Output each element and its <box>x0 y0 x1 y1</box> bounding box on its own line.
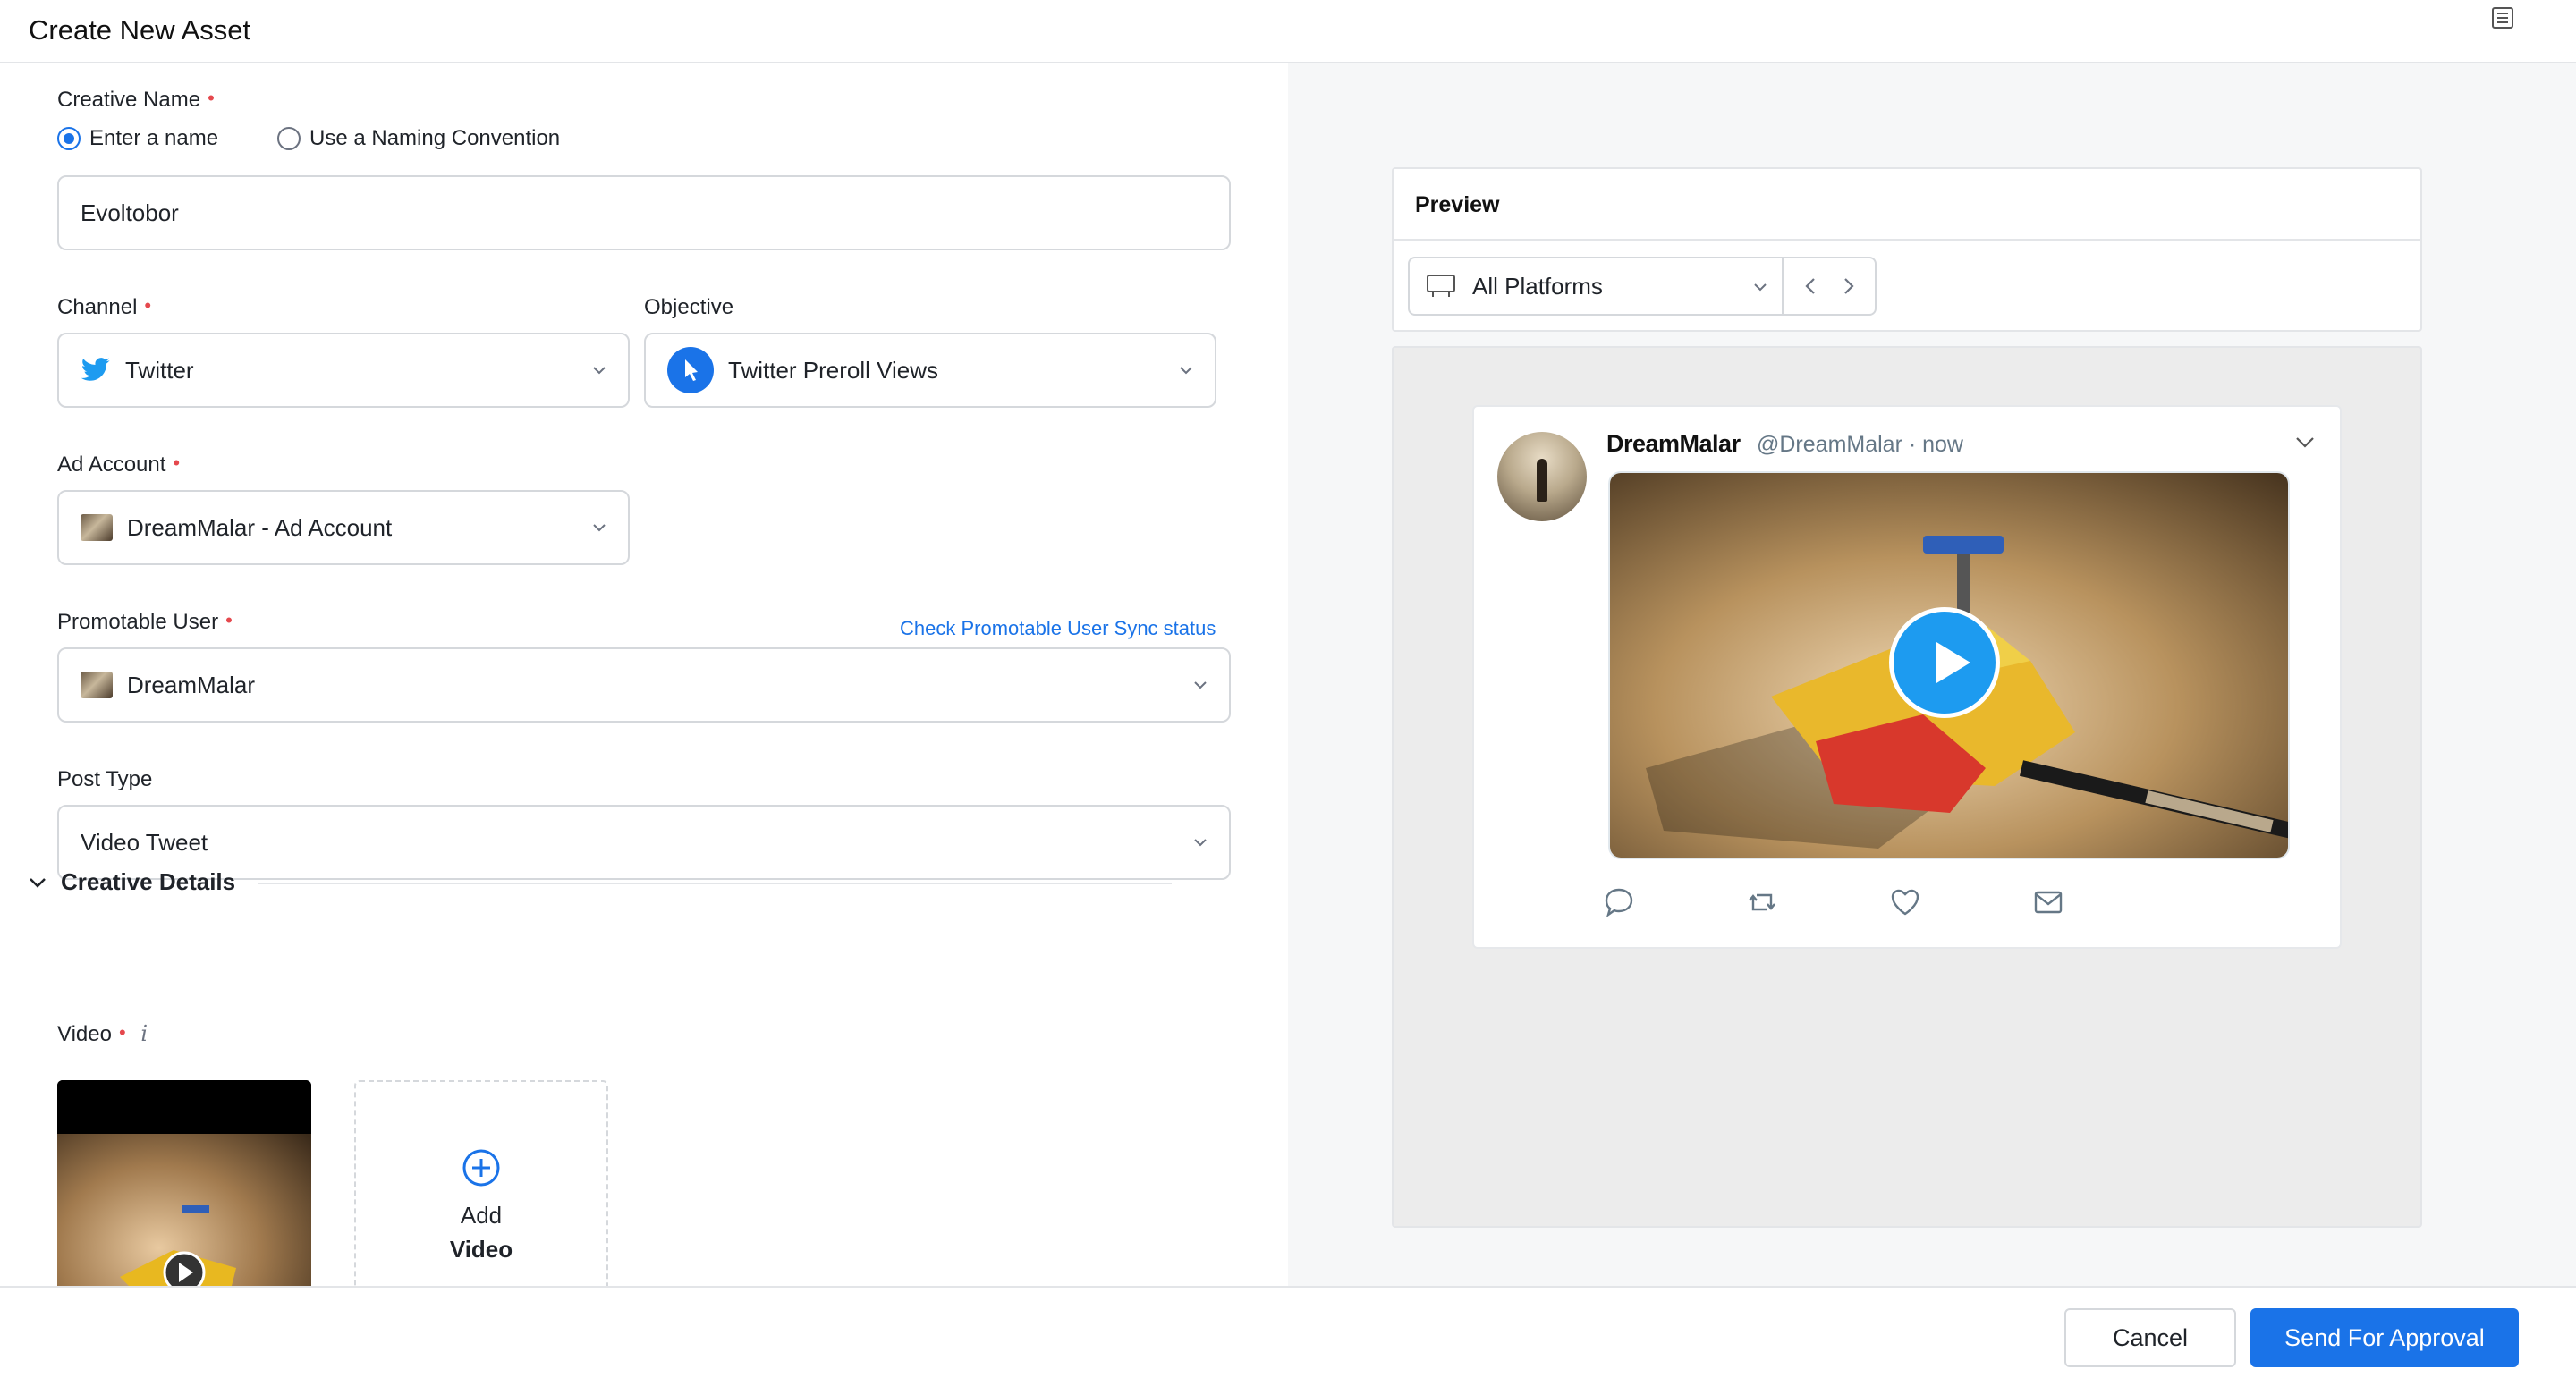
chevron-down-icon <box>1754 283 1767 292</box>
radio-naming-convention-label: Use a Naming Convention <box>309 126 561 150</box>
account-thumbnail-icon <box>80 514 113 541</box>
monitor-icon <box>1427 275 1455 297</box>
video-label: Video • i <box>57 1021 148 1046</box>
ad-account-value: DreamMalar - Ad Account <box>127 513 393 541</box>
chevron-down-icon <box>593 524 606 532</box>
promotable-user-select[interactable]: DreamMalar <box>57 647 1231 723</box>
cancel-button[interactable]: Cancel <box>2064 1308 2236 1367</box>
send-for-approval-button[interactable]: Send For Approval <box>2250 1308 2519 1367</box>
twitter-bird-icon <box>80 357 111 384</box>
required-mark: • <box>118 1021 126 1044</box>
play-button-icon[interactable] <box>1889 607 2000 718</box>
chevron-down-icon[interactable] <box>2293 430 2317 453</box>
add-circle-icon <box>462 1149 500 1187</box>
required-mark: • <box>173 452 181 474</box>
chevron-down-icon <box>1180 367 1192 375</box>
post-type-value: Video Tweet <box>80 828 208 856</box>
footer-bar: Cancel Send For Approval <box>0 1286 2576 1386</box>
channel-value: Twitter <box>125 356 194 384</box>
tweet-preview-card: DreamMalar @DreamMalar · now <box>1472 405 2342 949</box>
creative-details-title: Creative Details <box>61 868 236 895</box>
section-divider <box>258 883 1172 884</box>
tweet-actions <box>1603 886 2063 922</box>
ad-account-select[interactable]: DreamMalar - Ad Account <box>57 490 630 565</box>
promotable-user-value: DreamMalar <box>127 671 256 698</box>
platform-value: All Platforms <box>1472 272 1603 300</box>
sync-status-link[interactable]: Check Promotable User Sync status <box>900 617 1216 640</box>
video-thumbnail[interactable] <box>57 1080 311 1286</box>
chevron-down-icon <box>1194 839 1207 847</box>
radio-enter-name-label: Enter a name <box>89 126 219 150</box>
chevron-down-icon <box>30 877 46 888</box>
page-title: Create New Asset <box>29 14 251 46</box>
retweet-icon[interactable] <box>1746 886 1778 918</box>
preview-nav <box>1782 257 1877 316</box>
objective-select[interactable]: Twitter Preroll Views <box>644 333 1216 408</box>
post-type-label: Post Type <box>57 767 153 791</box>
user-thumbnail-icon <box>80 672 113 698</box>
like-heart-icon[interactable] <box>1889 886 1921 918</box>
form-panel: Creative Name • Enter a name Use a Naming… <box>0 63 1288 1286</box>
objective-label: Objective <box>644 295 734 319</box>
chevron-right-icon[interactable] <box>1838 276 1858 296</box>
page-header: Create New Asset <box>0 0 2576 63</box>
creative-name-input[interactable]: Evoltobor <box>57 175 1231 250</box>
reply-icon[interactable] <box>1603 886 1635 918</box>
radio-selected-icon <box>57 127 80 150</box>
creative-name-label: Creative Name • <box>57 87 215 112</box>
channel-label: Channel • <box>57 294 152 319</box>
video-thumbnail-image <box>57 1080 311 1286</box>
tweet-handle-time: @DreamMalar · now <box>1757 432 1963 457</box>
add-video-label-2: Video <box>449 1236 513 1263</box>
list-icon[interactable] <box>2490 5 2515 30</box>
info-icon[interactable]: i <box>140 1021 148 1046</box>
creative-name-value: Evoltobor <box>80 199 179 226</box>
required-mark: • <box>144 294 152 317</box>
required-mark: • <box>225 609 233 631</box>
ad-account-label: Ad Account • <box>57 452 181 477</box>
add-video-label-1: Add <box>460 1202 503 1229</box>
channel-select[interactable]: Twitter <box>57 333 630 408</box>
radio-enter-name[interactable]: Enter a name <box>57 126 218 151</box>
chevron-down-icon <box>1194 681 1207 689</box>
objective-value: Twitter Preroll Views <box>728 356 939 384</box>
tweet-video-media[interactable] <box>1608 471 2290 859</box>
radio-naming-convention[interactable]: Use a Naming Convention <box>277 126 560 151</box>
platform-select[interactable]: All Platforms <box>1408 257 1784 316</box>
preview-header-card: Preview All Platforms <box>1392 167 2422 332</box>
avatar <box>1497 432 1587 521</box>
preview-title: Preview <box>1394 169 2420 241</box>
radio-unselected-icon <box>277 127 301 150</box>
tweet-display-name: DreamMalar <box>1606 430 1741 457</box>
required-mark: • <box>208 87 215 109</box>
creative-details-toggle[interactable]: Creative Details <box>27 868 235 896</box>
promotable-user-label: Promotable User • <box>57 609 233 634</box>
dm-envelope-icon[interactable] <box>2032 886 2064 918</box>
add-video-button[interactable]: Add Video <box>354 1080 608 1286</box>
chevron-left-icon[interactable] <box>1801 276 1821 296</box>
chevron-down-icon <box>593 367 606 375</box>
cursor-icon <box>667 347 714 393</box>
